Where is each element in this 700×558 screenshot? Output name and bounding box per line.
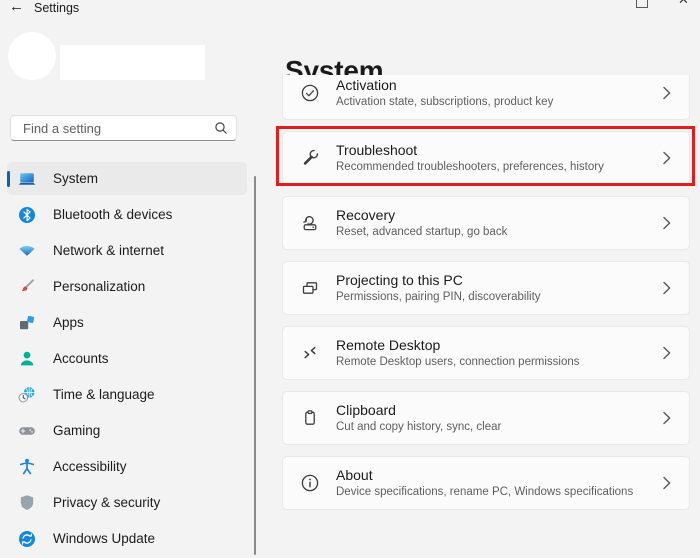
- row-subtitle: Device specifications, rename PC, Window…: [336, 486, 634, 498]
- info-circle-icon: [300, 473, 320, 493]
- window-title: Settings: [34, 1, 80, 15]
- sidebar-item-system[interactable]: System: [7, 162, 247, 195]
- network-icon: [17, 241, 37, 261]
- search-icon: [215, 122, 227, 134]
- settings-row-about[interactable]: About Device specifications, rename PC, …: [282, 456, 690, 510]
- row-subtitle: Permissions, pairing PIN, discoverabilit…: [336, 291, 541, 303]
- sidebar-item-label: Accounts: [53, 351, 109, 366]
- search-input[interactable]: [21, 119, 210, 137]
- system-icon: [17, 169, 37, 189]
- checkmark-circle-icon: [300, 83, 320, 103]
- wrench-icon: [300, 148, 320, 168]
- sidebar-item-label: Gaming: [53, 423, 101, 438]
- row-title: Clipboard: [336, 402, 396, 418]
- chevron-right-icon: [663, 281, 671, 295]
- nav-scrollbar[interactable]: [254, 176, 256, 555]
- chevron-right-icon: [663, 476, 671, 490]
- row-title: About: [336, 467, 373, 483]
- personalization-icon: [17, 277, 37, 297]
- remote-arrows-icon: [300, 343, 320, 363]
- windows-update-icon: [17, 529, 37, 549]
- chevron-right-icon: [663, 216, 671, 230]
- bluetooth-icon: [17, 205, 37, 225]
- sidebar-item-label: Apps: [53, 315, 84, 330]
- sidebar-item-label: Time & language: [53, 387, 155, 402]
- accessibility-icon: [17, 457, 37, 477]
- back-button[interactable]: ←: [9, 0, 24, 15]
- row-subtitle: Reset, advanced startup, go back: [336, 226, 508, 238]
- profile-name-redacted: [60, 45, 205, 80]
- row-subtitle: Recommended troubleshooters, preferences…: [336, 161, 604, 173]
- row-subtitle: Remote Desktop users, connection permiss…: [336, 356, 580, 368]
- sidebar-item-label: Personalization: [53, 279, 146, 294]
- selected-indicator-pill: [7, 170, 10, 187]
- settings-row-troubleshoot[interactable]: Troubleshoot Recommended troubleshooters…: [282, 131, 690, 185]
- row-title: Remote Desktop: [336, 337, 441, 353]
- row-title: Projecting to this PC: [336, 272, 463, 288]
- sidebar-item-network-internet[interactable]: Network & internet: [7, 234, 247, 267]
- privacy-icon: [17, 493, 37, 513]
- sidebar-item-privacy-security[interactable]: Privacy & security: [7, 486, 247, 519]
- sidebar-item-accessibility[interactable]: Accessibility: [7, 450, 247, 483]
- sidebar-item-label: Network & internet: [53, 243, 165, 258]
- sidebar-item-personalization[interactable]: Personalization: [7, 270, 247, 303]
- chevron-right-icon: [663, 86, 671, 100]
- sidebar-item-label: System: [53, 171, 99, 186]
- settings-row-activation[interactable]: Activation Activation state, subscriptio…: [282, 75, 690, 120]
- sidebar-item-label: Accessibility: [53, 459, 127, 474]
- sidebar-item-label: Windows Update: [53, 531, 156, 546]
- row-subtitle: Cut and copy history, sync, clear: [336, 421, 502, 433]
- settings-row-projecting-to-this-pc[interactable]: Projecting to this PC Permissions, pairi…: [282, 261, 690, 315]
- settings-row-recovery[interactable]: Recovery Reset, advanced startup, go bac…: [282, 196, 690, 250]
- settings-list: Activation Activation state, subscriptio…: [270, 75, 700, 555]
- sidebar-item-bluetooth-devices[interactable]: Bluetooth & devices: [7, 198, 247, 231]
- time-language-icon: [17, 385, 37, 405]
- sidebar-nav: System Bluetooth & devices Network & int…: [7, 162, 247, 558]
- gaming-icon: [17, 421, 37, 441]
- sidebar-item-apps[interactable]: Apps: [7, 306, 247, 339]
- row-title: Recovery: [336, 207, 396, 223]
- apps-icon: [17, 313, 37, 333]
- close-button[interactable]: ✕: [678, 0, 689, 6]
- recovery-arrow-icon: [300, 213, 320, 233]
- avatar: [8, 32, 56, 80]
- chevron-right-icon: [663, 346, 671, 360]
- chevron-right-icon: [663, 411, 671, 425]
- projecting-screens-icon: [300, 278, 320, 298]
- sidebar-item-label: Privacy & security: [53, 495, 161, 510]
- row-subtitle: Activation state, subscriptions, product…: [336, 96, 554, 108]
- sidebar-item-time-language[interactable]: Time & language: [7, 378, 247, 411]
- row-title: Troubleshoot: [336, 142, 418, 158]
- sidebar-item-accounts[interactable]: Accounts: [7, 342, 247, 375]
- row-title: Activation: [336, 77, 397, 93]
- sidebar-item-windows-update[interactable]: Windows Update: [7, 522, 247, 555]
- settings-row-remote-desktop[interactable]: Remote Desktop Remote Desktop users, con…: [282, 326, 690, 380]
- accounts-icon: [17, 349, 37, 369]
- clipboard-icon: [300, 408, 320, 428]
- chevron-right-icon: [663, 151, 671, 165]
- settings-row-clipboard[interactable]: Clipboard Cut and copy history, sync, cl…: [282, 391, 690, 445]
- sidebar-item-gaming[interactable]: Gaming: [7, 414, 247, 447]
- sidebar-item-label: Bluetooth & devices: [53, 207, 173, 222]
- maximize-button[interactable]: [636, 0, 648, 8]
- search-box[interactable]: [10, 115, 237, 141]
